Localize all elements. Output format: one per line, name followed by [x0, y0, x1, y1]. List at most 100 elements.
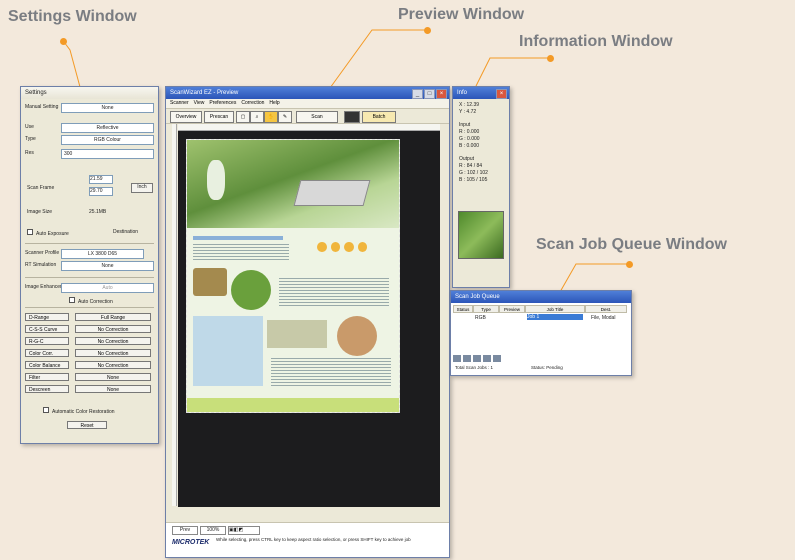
css-curve-button[interactable]: C-S-S Curve: [25, 325, 69, 333]
type-label: Type: [25, 136, 36, 142]
input-r: R : 0.000: [459, 129, 480, 135]
scan-button[interactable]: Scan: [296, 111, 338, 123]
doc-flowers: [317, 242, 367, 254]
scanner-product-image: [293, 180, 371, 206]
output-b: B : 105 / 105: [459, 177, 488, 183]
info-close-button[interactable]: ×: [496, 89, 507, 99]
info-title: Info: [457, 90, 468, 96]
rgc-button[interactable]: R-G-C: [25, 337, 69, 345]
checkbox-icon: [43, 407, 49, 413]
preview-window: ScanWizard EZ - Preview _ □ × Scanner View P…: [165, 86, 450, 558]
minimize-button[interactable]: _: [412, 89, 423, 99]
descreen-select[interactable]: None: [75, 385, 151, 393]
scan-frame-height-input[interactable]: 29.70: [89, 187, 113, 196]
input-g: G : 0.000: [459, 136, 480, 142]
image-enhancer-select[interactable]: Auto: [61, 283, 154, 293]
auto-correction-label: Auto Correction: [78, 299, 113, 305]
callout-dot-queue: [626, 261, 633, 268]
row-type: RGB: [475, 315, 486, 321]
overview-button[interactable]: Overview: [170, 111, 202, 123]
filter-select[interactable]: None: [75, 373, 151, 381]
rgc-select[interactable]: No Correction: [75, 337, 151, 345]
auto-color-restoration-checkbox[interactable]: Automatic Color Restoration: [43, 407, 115, 415]
doc-photo-nuts: [193, 268, 227, 296]
scanner-profile-select[interactable]: LX 3800 D65: [61, 249, 144, 259]
col-dest[interactable]: Dest.: [585, 305, 627, 313]
menu-scanner[interactable]: Scanner: [170, 100, 189, 106]
settings-window: Settings Manual Setting None Use Reflectiv…: [20, 86, 159, 444]
css-curve-select[interactable]: No Correction: [75, 325, 151, 333]
queue-delete-icon[interactable]: [483, 355, 491, 362]
callout-dot-preview: [424, 27, 431, 34]
output-r: R : 84 / 84: [459, 163, 483, 169]
scanner-profile-label: Scanner Profile: [25, 250, 60, 256]
queue-title: Scan Job Queue: [455, 294, 500, 300]
res-select[interactable]: 300: [61, 149, 154, 159]
output-g: G : 102 / 102: [459, 170, 488, 176]
manual-setting-select[interactable]: None: [61, 103, 154, 113]
zoom-tool-icon[interactable]: ⌕: [250, 111, 264, 123]
eyedropper-icon[interactable]: ✎: [278, 111, 292, 123]
preview-titlebar[interactable]: ScanWizard EZ - Preview _ □ ×: [166, 87, 449, 99]
color-corr-button[interactable]: Color Corr.: [25, 349, 69, 357]
reset-button[interactable]: Reset: [67, 421, 107, 429]
descreen-button[interactable]: Descreen: [25, 385, 69, 393]
scanned-document[interactable]: [186, 139, 400, 413]
scan-frame-width-input[interactable]: 21.59: [89, 175, 113, 184]
menu-preferences[interactable]: Preferences: [209, 100, 236, 106]
color-balance-select[interactable]: No Correction: [75, 361, 151, 369]
scan-bed[interactable]: [178, 131, 440, 507]
status-tools-icon[interactable]: ▣◧◩: [228, 526, 260, 535]
prev-field[interactable]: Prev: [172, 526, 198, 535]
settings-titlebar[interactable]: Settings: [21, 87, 158, 99]
type-select[interactable]: RGB Colour: [61, 135, 154, 145]
callout-dot-settings: [60, 38, 67, 45]
menu-correction[interactable]: Correction: [241, 100, 264, 106]
auto-exposure-checkbox[interactable]: Auto Exposure: [27, 229, 69, 237]
doc-photo-leaves: [231, 270, 271, 310]
col-type[interactable]: Type: [473, 305, 499, 313]
menu-help[interactable]: Help: [269, 100, 279, 106]
input-b: B : 0.000: [459, 143, 480, 149]
unit-select[interactable]: Inch: [131, 183, 153, 193]
close-button[interactable]: ×: [436, 89, 447, 99]
queue-down-icon[interactable]: [473, 355, 481, 362]
d-range-select[interactable]: Full Range: [75, 313, 151, 321]
doc-paragraph: [193, 244, 289, 262]
queue-up-icon[interactable]: [463, 355, 471, 362]
menu-view[interactable]: View: [194, 100, 205, 106]
d-range-button[interactable]: D-Range: [25, 313, 69, 321]
divider: [25, 243, 154, 244]
color-balance-button[interactable]: Color Balance: [25, 361, 69, 369]
prescan-button[interactable]: Prescan: [204, 111, 234, 123]
callout-dot-information: [547, 55, 554, 62]
info-titlebar[interactable]: Info ×: [453, 87, 509, 99]
auto-color-restoration-label: Automatic Color Restoration: [52, 409, 115, 415]
divider: [25, 307, 154, 308]
queue-run-icon[interactable]: [453, 355, 461, 362]
col-status[interactable]: Status: [453, 305, 473, 313]
filter-button[interactable]: Filter: [25, 373, 69, 381]
color-corr-select[interactable]: No Correction: [75, 349, 151, 357]
use-select[interactable]: Reflective: [61, 123, 154, 133]
col-preview[interactable]: Preview: [499, 305, 525, 313]
auto-correction-checkbox[interactable]: Auto Correction: [69, 297, 113, 305]
col-job-title[interactable]: Job Title: [525, 305, 585, 313]
doc-paragraph: [279, 278, 389, 308]
scanner-icon[interactable]: [344, 111, 360, 123]
select-tool-icon[interactable]: ▢: [236, 111, 250, 123]
pan-tool-icon[interactable]: ✋: [264, 111, 278, 123]
queue-titlebar[interactable]: Scan Job Queue: [451, 291, 631, 303]
maximize-button[interactable]: □: [424, 89, 435, 99]
image-size-label: Image Size: [27, 209, 53, 215]
queue-settings-icon[interactable]: [493, 355, 501, 362]
preview-title: ScanWizard EZ - Preview: [170, 90, 239, 96]
divider: [25, 277, 154, 278]
row-title[interactable]: Job 1: [527, 314, 583, 320]
batch-button[interactable]: Batch: [362, 111, 396, 123]
zoom-field[interactable]: 100%: [200, 526, 226, 535]
checkbox-icon: [27, 229, 33, 235]
use-label: Use: [25, 124, 34, 130]
rt-simulation-select[interactable]: None: [61, 261, 154, 271]
status-hint: While selecting, press CTRL key to keep …: [216, 537, 411, 542]
